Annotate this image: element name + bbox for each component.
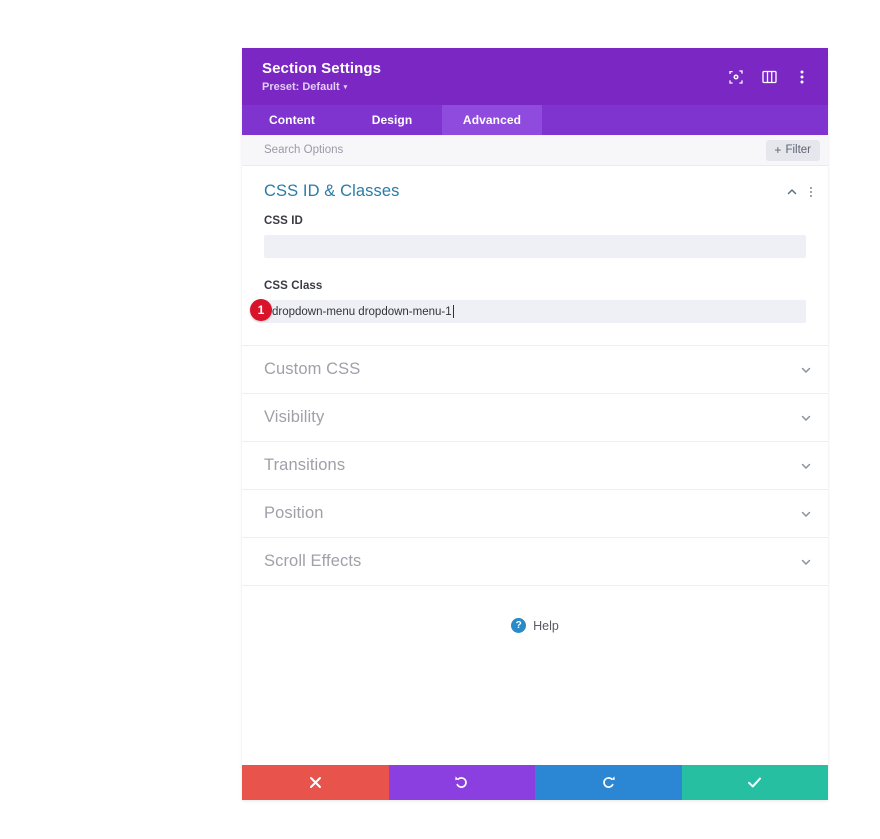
panel-header: Section Settings Preset: Default ▾ <box>242 48 828 105</box>
group-more-options-icon[interactable] <box>810 186 812 197</box>
css-class-input[interactable] <box>264 300 806 323</box>
group-row-label: Visibility <box>264 408 325 426</box>
field-spacer <box>242 258 828 280</box>
kebab-dot <box>810 194 812 197</box>
kebab-dot <box>810 186 812 189</box>
search-input[interactable] <box>264 144 767 156</box>
filter-button-label: Filter <box>785 143 811 156</box>
chevron-down-icon[interactable] <box>800 556 812 568</box>
group-header-controls <box>786 186 812 198</box>
group-row-scroll-effects[interactable]: Scroll Effects <box>242 538 828 586</box>
group-css-id-and-classes: CSS ID & Classes CSS ID CSS Class 1 drop… <box>242 166 828 346</box>
section-settings-panel: Section Settings Preset: Default ▾ Conte… <box>242 48 828 800</box>
settings-tabs: Content Design Advanced <box>242 105 828 135</box>
group-row-visibility[interactable]: Visibility <box>242 394 828 442</box>
undo-button[interactable] <box>388 765 535 800</box>
help-question-icon: ? <box>511 618 527 633</box>
cancel-button[interactable] <box>242 765 389 800</box>
tab-advanced-label: Advanced <box>462 113 522 127</box>
group-css-id-and-classes-header[interactable]: CSS ID & Classes <box>242 166 828 215</box>
group-title: CSS ID & Classes <box>264 182 400 200</box>
tab-design-label: Design <box>371 113 413 127</box>
chevron-down-icon[interactable] <box>800 460 812 472</box>
group-bottom-spacer <box>242 323 828 345</box>
tab-content-label: Content <box>268 113 316 127</box>
panel-layout-icon[interactable] <box>761 69 777 85</box>
group-row-custom-css[interactable]: Custom CSS <box>242 346 828 394</box>
panel-footer <box>242 765 828 800</box>
close-x-icon <box>309 777 321 788</box>
save-button[interactable] <box>681 765 828 800</box>
preset-selector[interactable]: Preset: Default ▾ <box>262 80 381 94</box>
css-id-input[interactable] <box>264 235 806 258</box>
group-row-label: Custom CSS <box>264 360 361 378</box>
group-row-label: Transitions <box>264 456 346 474</box>
checkmark-icon <box>748 777 762 788</box>
tab-advanced[interactable]: Advanced <box>442 105 542 135</box>
css-class-field-block: CSS Class 1 <box>242 280 828 323</box>
kebab-dot <box>810 190 812 193</box>
settings-body: CSS ID & Classes CSS ID CSS Class 1 drop… <box>242 166 828 765</box>
undo-arrow-icon <box>455 776 468 788</box>
screen-root: Section Settings Preset: Default ▾ Conte… <box>0 0 880 839</box>
chevron-down-icon[interactable] <box>800 412 812 424</box>
more-options-icon[interactable] <box>794 69 810 85</box>
group-row-label: Position <box>264 504 324 522</box>
css-class-label: CSS Class <box>264 280 323 292</box>
group-row-position[interactable]: Position <box>242 490 828 538</box>
chevron-up-icon[interactable] <box>786 186 798 198</box>
panel-header-titles: Section Settings Preset: Default ▾ <box>262 60 381 94</box>
chevron-down-icon: ▾ <box>343 84 348 91</box>
tab-design[interactable]: Design <box>342 105 442 135</box>
help-link[interactable]: ? Help <box>242 618 828 633</box>
preset-label: Preset: Default <box>262 80 340 93</box>
css-id-label: CSS ID <box>264 215 303 227</box>
step-marker-badge: 1 <box>250 299 272 321</box>
redo-button[interactable] <box>535 765 682 800</box>
filter-button[interactable]: + Filter <box>766 139 820 161</box>
css-id-field-wrap <box>264 235 806 258</box>
panel-header-actions <box>728 69 810 85</box>
focus-target-icon[interactable] <box>728 69 744 85</box>
css-class-field-wrap: 1 <box>250 299 806 323</box>
help-label: Help <box>533 618 559 633</box>
redo-arrow-icon <box>602 776 615 788</box>
chevron-down-icon[interactable] <box>800 508 812 520</box>
page-title: Section Settings <box>262 59 382 77</box>
group-row-transitions[interactable]: Transitions <box>242 442 828 490</box>
tab-content[interactable]: Content <box>242 105 342 135</box>
chevron-down-icon[interactable] <box>800 364 812 376</box>
search-options-row: + Filter <box>242 135 828 166</box>
group-row-label: Scroll Effects <box>264 552 362 570</box>
plus-icon: + <box>774 142 782 157</box>
css-id-field-block: CSS ID <box>242 215 828 258</box>
